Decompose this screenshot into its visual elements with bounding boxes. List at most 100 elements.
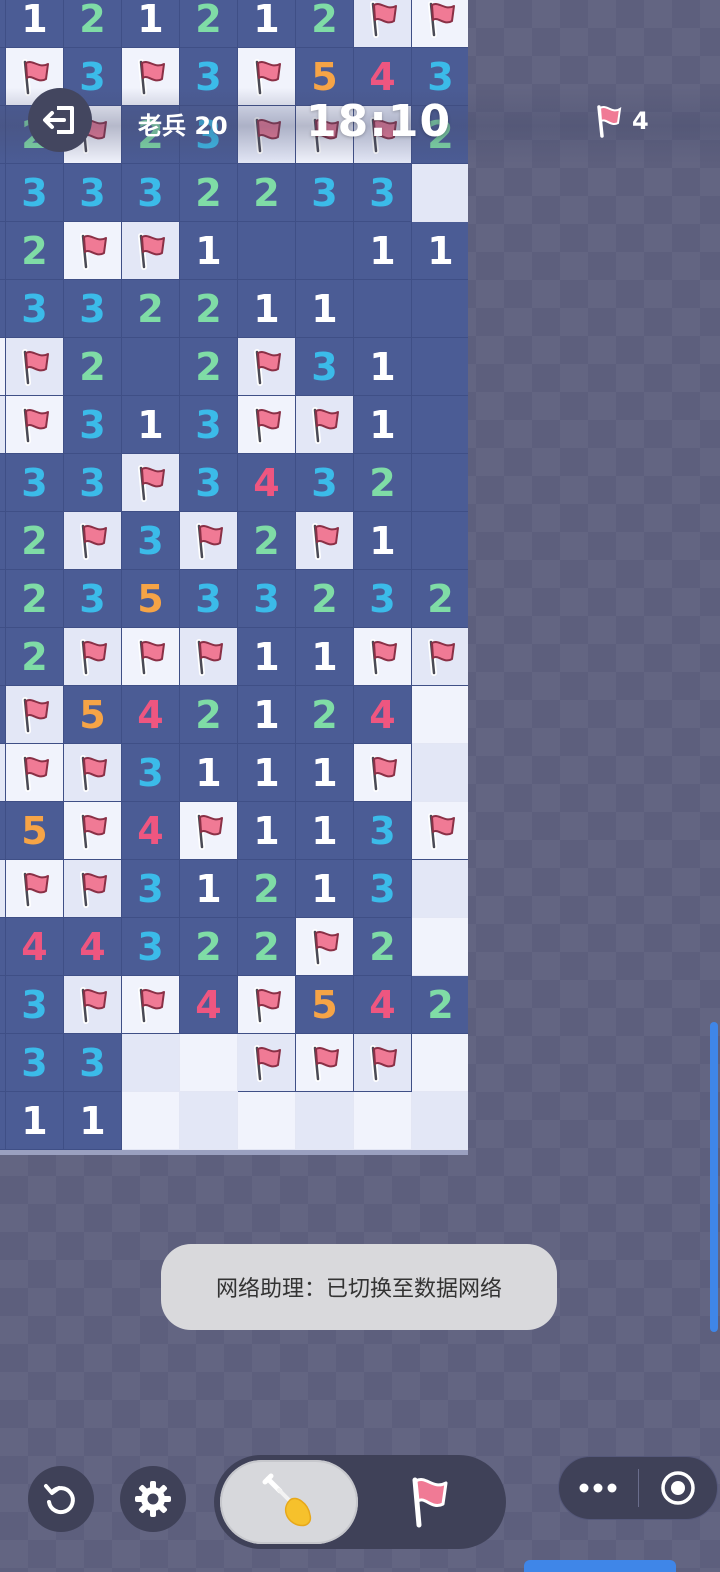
flagged-cell[interactable]: [354, 744, 412, 802]
empty-cell[interactable]: [412, 338, 468, 396]
minefield-grid[interactable]: 1121212333543222323333223322111233221122…: [0, 0, 468, 1150]
number-cell[interactable]: 4: [180, 976, 238, 1034]
number-cell[interactable]: 1: [180, 222, 238, 280]
number-cell[interactable]: 2: [6, 222, 64, 280]
flagged-cell[interactable]: [296, 512, 354, 570]
number-cell[interactable]: 3: [64, 396, 122, 454]
number-cell[interactable]: 1: [6, 1092, 64, 1150]
number-cell[interactable]: 2: [180, 164, 238, 222]
number-cell[interactable]: 2: [354, 454, 412, 512]
flagged-cell[interactable]: [64, 222, 122, 280]
settings-button[interactable]: [120, 1466, 186, 1532]
unrevealed-cell[interactable]: [296, 1092, 354, 1150]
number-cell[interactable]: 1: [180, 744, 238, 802]
number-cell[interactable]: 2: [238, 860, 296, 918]
flagged-cell[interactable]: [6, 686, 64, 744]
flagged-cell[interactable]: [122, 628, 180, 686]
scroll-indicator[interactable]: [710, 1022, 718, 1332]
number-cell[interactable]: 2: [6, 628, 64, 686]
number-cell[interactable]: 1: [6, 0, 64, 48]
number-cell[interactable]: 1: [180, 860, 238, 918]
number-cell[interactable]: 1: [354, 396, 412, 454]
number-cell[interactable]: 4: [122, 802, 180, 860]
number-cell[interactable]: 3: [64, 280, 122, 338]
flagged-cell[interactable]: [354, 628, 412, 686]
close-program-button[interactable]: [639, 1457, 718, 1519]
empty-cell[interactable]: [412, 396, 468, 454]
number-cell[interactable]: 3: [64, 1034, 122, 1092]
number-cell[interactable]: 3: [354, 802, 412, 860]
flagged-cell[interactable]: [64, 512, 122, 570]
empty-cell[interactable]: [412, 280, 468, 338]
number-cell[interactable]: 4: [354, 976, 412, 1034]
number-cell[interactable]: 5: [296, 976, 354, 1034]
number-cell[interactable]: 1: [64, 1092, 122, 1150]
flagged-cell[interactable]: [412, 628, 468, 686]
empty-cell[interactable]: [354, 280, 412, 338]
number-cell[interactable]: 1: [238, 0, 296, 48]
flagged-cell[interactable]: [64, 628, 122, 686]
exit-button[interactable]: [28, 88, 92, 152]
flagged-cell[interactable]: [354, 1034, 412, 1092]
flagged-cell[interactable]: [238, 338, 296, 396]
flagged-cell[interactable]: [412, 802, 468, 860]
number-cell[interactable]: 4: [64, 918, 122, 976]
number-cell[interactable]: 2: [238, 164, 296, 222]
unrevealed-cell[interactable]: [354, 1092, 412, 1150]
number-cell[interactable]: 3: [354, 860, 412, 918]
unrevealed-cell[interactable]: [180, 1092, 238, 1150]
number-cell[interactable]: 4: [6, 918, 64, 976]
number-cell[interactable]: 3: [6, 976, 64, 1034]
number-cell[interactable]: 2: [180, 338, 238, 396]
number-cell[interactable]: 1: [296, 744, 354, 802]
flagged-cell[interactable]: [122, 454, 180, 512]
number-cell[interactable]: 3: [6, 454, 64, 512]
flagged-cell[interactable]: [6, 860, 64, 918]
flagged-cell[interactable]: [122, 976, 180, 1034]
number-cell[interactable]: 3: [296, 164, 354, 222]
number-cell[interactable]: 1: [412, 222, 468, 280]
number-cell[interactable]: 3: [64, 164, 122, 222]
flagged-cell[interactable]: [64, 976, 122, 1034]
unrevealed-cell[interactable]: [412, 860, 468, 918]
flagged-cell[interactable]: [6, 338, 64, 396]
empty-cell[interactable]: [412, 454, 468, 512]
unrevealed-cell[interactable]: [412, 918, 468, 976]
number-cell[interactable]: 2: [6, 512, 64, 570]
flagged-cell[interactable]: [64, 744, 122, 802]
number-cell[interactable]: 3: [180, 454, 238, 512]
flagged-cell[interactable]: [412, 0, 468, 48]
number-cell[interactable]: 1: [238, 802, 296, 860]
number-cell[interactable]: 2: [64, 0, 122, 48]
number-cell[interactable]: 1: [296, 280, 354, 338]
number-cell[interactable]: 1: [354, 512, 412, 570]
number-cell[interactable]: 2: [412, 570, 468, 628]
unrevealed-cell[interactable]: [412, 1092, 468, 1150]
flagged-cell[interactable]: [122, 222, 180, 280]
empty-cell[interactable]: [122, 338, 180, 396]
unrevealed-cell[interactable]: [412, 164, 468, 222]
unrevealed-cell[interactable]: [122, 1092, 180, 1150]
number-cell[interactable]: 3: [122, 164, 180, 222]
number-cell[interactable]: 3: [122, 744, 180, 802]
number-cell[interactable]: 3: [354, 164, 412, 222]
number-cell[interactable]: 1: [354, 338, 412, 396]
number-cell[interactable]: 2: [180, 0, 238, 48]
number-cell[interactable]: 5: [122, 570, 180, 628]
number-cell[interactable]: 5: [64, 686, 122, 744]
number-cell[interactable]: 1: [238, 628, 296, 686]
number-cell[interactable]: 2: [296, 0, 354, 48]
number-cell[interactable]: 3: [122, 860, 180, 918]
flagged-cell[interactable]: [180, 512, 238, 570]
empty-cell[interactable]: [412, 512, 468, 570]
dig-mode-button[interactable]: [220, 1460, 358, 1544]
number-cell[interactable]: 3: [354, 570, 412, 628]
empty-cell[interactable]: [296, 222, 354, 280]
flagged-cell[interactable]: [354, 0, 412, 48]
flagged-cell[interactable]: [296, 918, 354, 976]
flagged-cell[interactable]: [238, 396, 296, 454]
unrevealed-cell[interactable]: [412, 1034, 468, 1092]
number-cell[interactable]: 2: [180, 686, 238, 744]
number-cell[interactable]: 1: [238, 280, 296, 338]
flagged-cell[interactable]: [180, 628, 238, 686]
